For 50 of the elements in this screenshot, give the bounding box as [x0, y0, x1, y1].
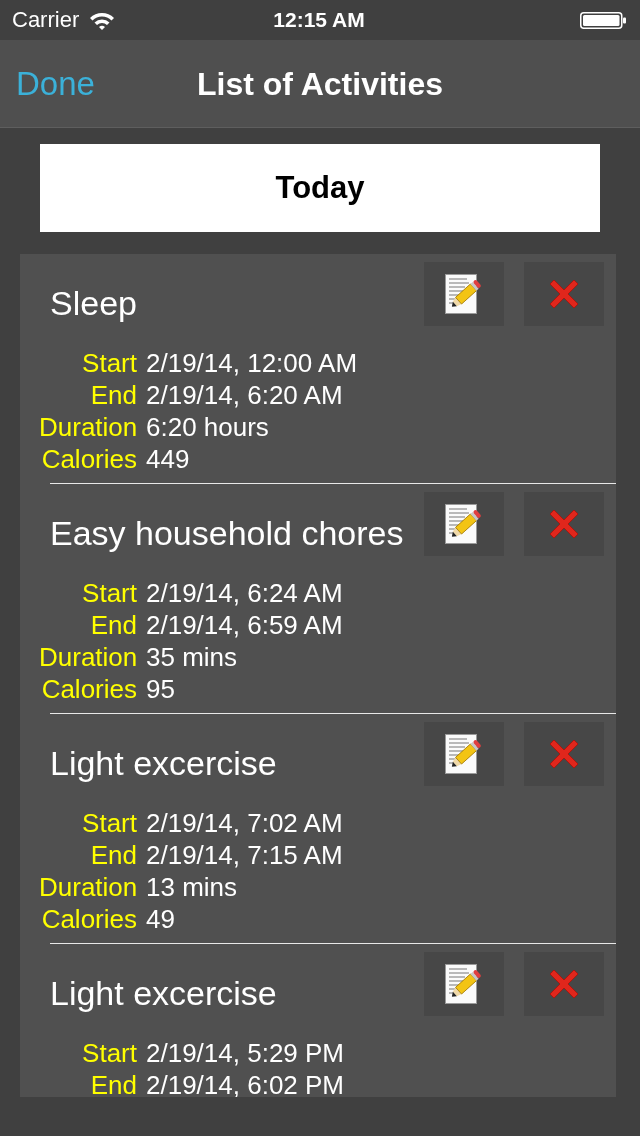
detail-label: Duration — [39, 415, 137, 439]
pencil-on-paper-icon — [445, 734, 483, 774]
detail-value: 2/19/14, 7:02 AM — [146, 811, 343, 835]
detail-value: 95 — [146, 677, 176, 701]
cross-icon — [548, 508, 580, 540]
battery-icon — [580, 11, 626, 29]
edit-button[interactable] — [424, 722, 504, 786]
date-button[interactable]: Today — [40, 144, 600, 232]
detail-label: Start — [81, 581, 137, 605]
detail-label: Start — [81, 811, 137, 835]
detail-label: Duration — [39, 645, 137, 669]
detail-value: 2/19/14, 12:00 AM — [146, 351, 358, 375]
detail-value: 6:20 hours — [146, 415, 270, 439]
detail-value: 2/19/14, 5:29 PM — [146, 1041, 345, 1065]
detail-label: Calories — [40, 447, 137, 471]
cross-icon — [548, 738, 580, 770]
detail-label: End — [89, 1073, 137, 1097]
detail-value: 49 — [146, 907, 176, 931]
detail-value: 2/19/14, 6:24 AM — [146, 581, 343, 605]
cross-icon — [548, 278, 580, 310]
detail-value: 35 mins — [146, 645, 239, 669]
activity-title: Light excercise — [49, 973, 278, 1013]
pencil-on-paper-icon — [445, 964, 483, 1004]
detail-label: End — [89, 613, 137, 637]
detail-label: Start — [81, 1041, 137, 1065]
detail-value: 13 mins — [146, 875, 239, 899]
carrier-label: Carrier — [12, 7, 80, 33]
activity-title: Sleep — [49, 283, 138, 323]
pencil-on-paper-icon — [445, 504, 483, 544]
pencil-on-paper-icon — [445, 274, 483, 314]
detail-label: End — [89, 383, 137, 407]
nav-title: List of Activities — [197, 64, 443, 104]
detail-label: Calories — [40, 907, 137, 931]
detail-label: Duration — [39, 875, 137, 899]
edit-button[interactable] — [424, 952, 504, 1016]
detail-value: 2/19/14, 7:15 AM — [146, 843, 343, 867]
detail-label: Start — [81, 351, 137, 375]
time-label: 12:15 AM — [273, 7, 365, 33]
detail-value: 2/19/14, 6:59 AM — [146, 613, 343, 637]
detail-value: 449 — [146, 447, 191, 471]
wifi-icon — [89, 10, 116, 30]
edit-button[interactable] — [424, 262, 504, 326]
edit-button[interactable] — [424, 492, 504, 556]
detail-value: 2/19/14, 6:02 PM — [146, 1073, 345, 1097]
detail-label: End — [89, 843, 137, 867]
activity-title: Easy household chores — [49, 513, 404, 553]
detail-label: Calories — [40, 677, 137, 701]
detail-value: 2/19/14, 6:20 AM — [146, 383, 344, 407]
cross-icon — [548, 968, 580, 1000]
activity-title: Light excercise — [49, 743, 278, 783]
